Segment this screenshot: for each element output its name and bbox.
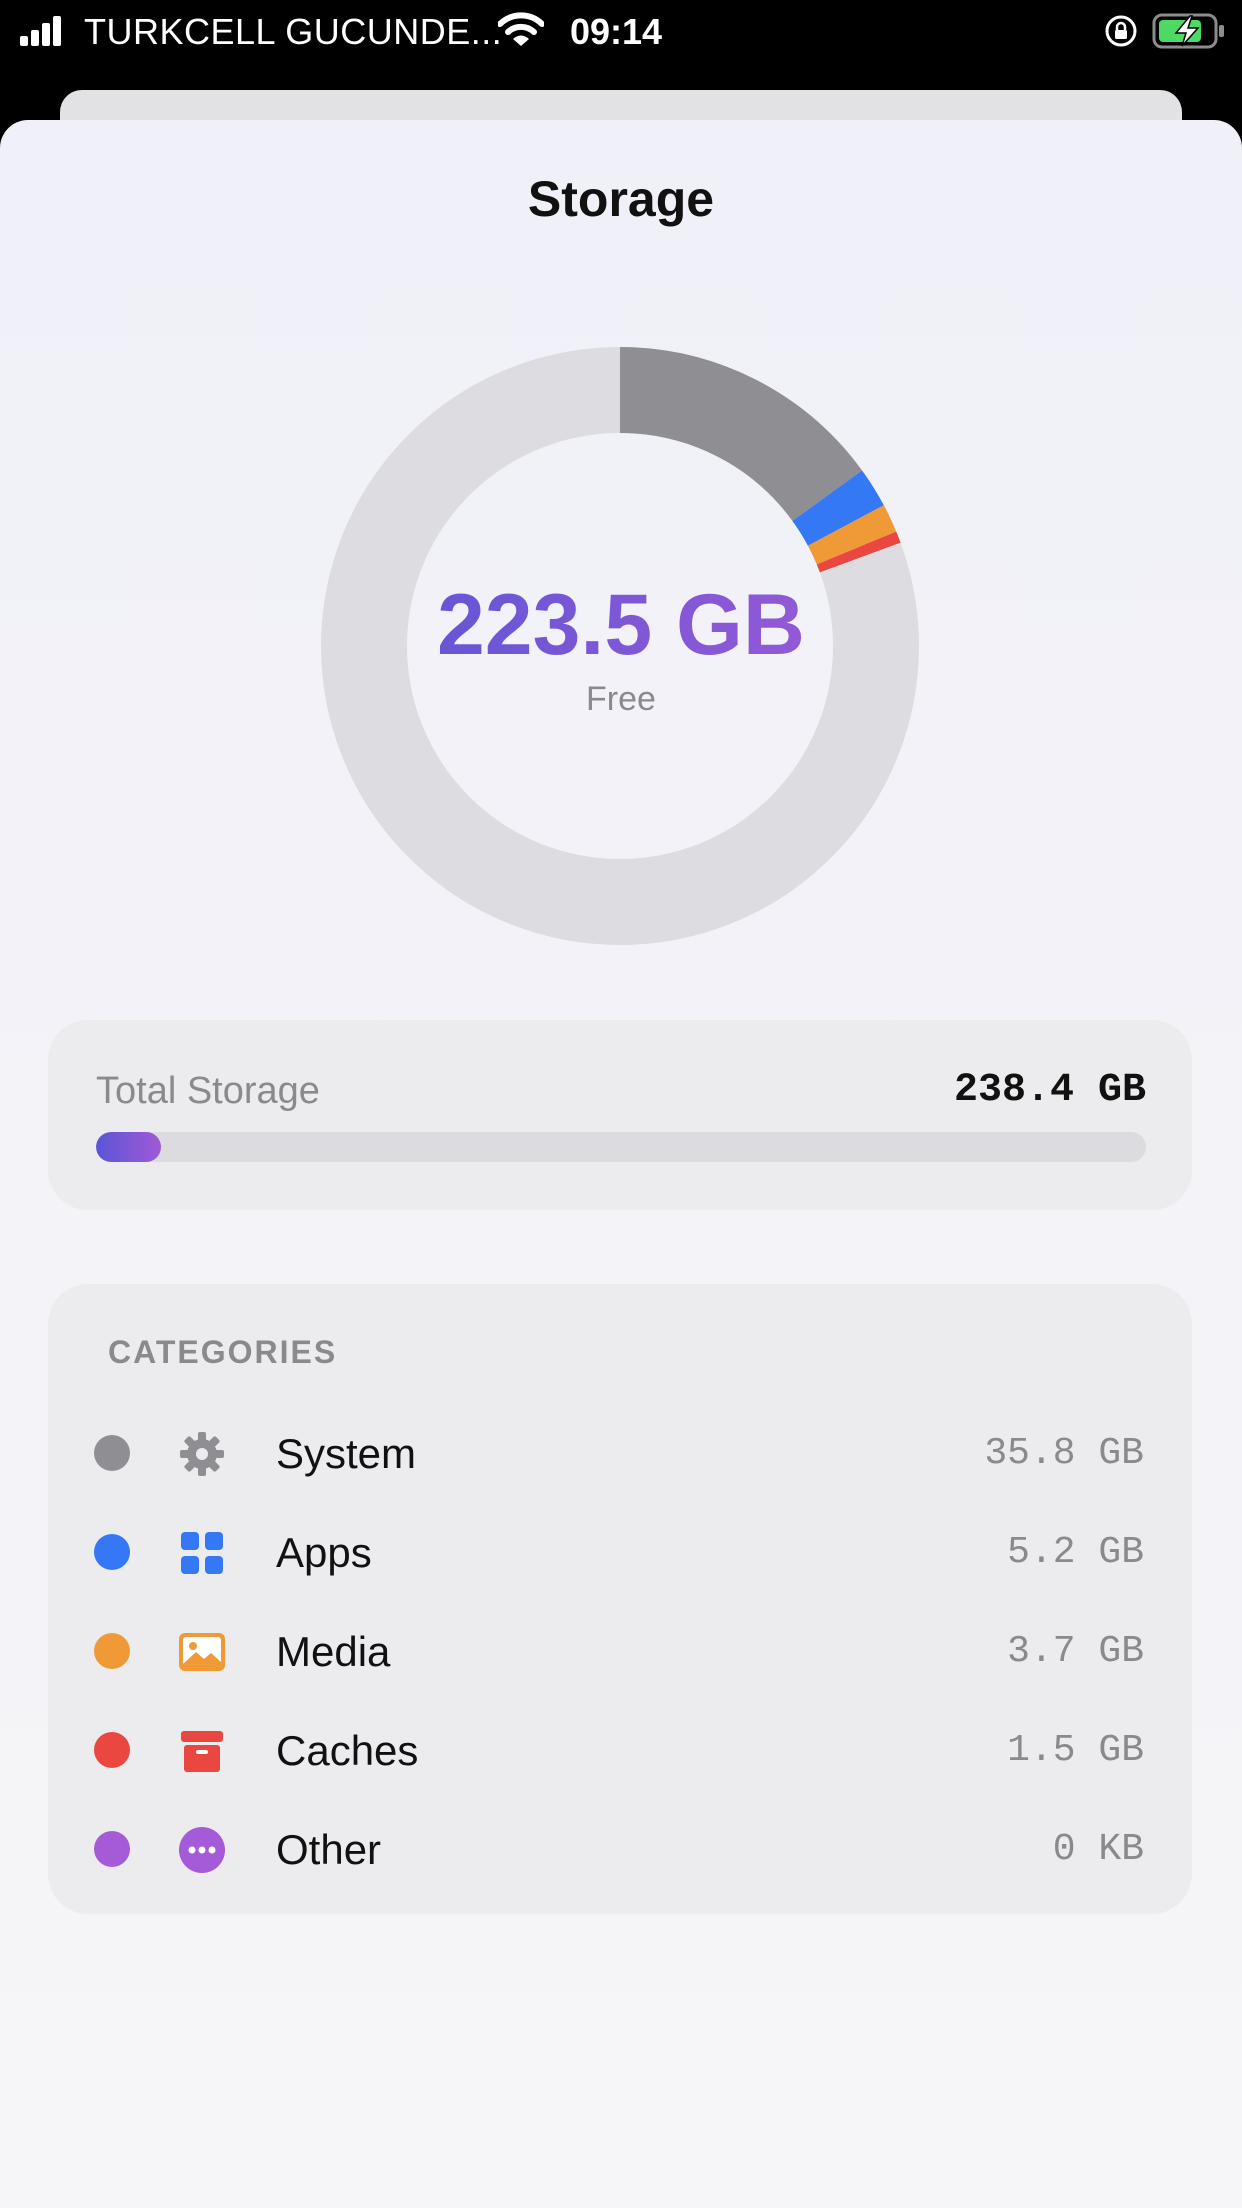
status-bar: TURKCELL GUCUNDE... 09:14 bbox=[0, 0, 1242, 80]
donut-segment-apps bbox=[792, 470, 884, 547]
category-name: Caches bbox=[276, 1727, 419, 1774]
donut-segments bbox=[619, 347, 901, 573]
archive-box-icon bbox=[181, 1731, 223, 1772]
categories-header: CATEGORIES bbox=[108, 1334, 338, 1370]
category-size: 1.5 GB bbox=[1007, 1729, 1144, 1772]
free-space-label: Free bbox=[586, 680, 656, 718]
category-row-caches[interactable]: Caches 1.5 GB bbox=[48, 1705, 1192, 1795]
category-size: 5.2 GB bbox=[1007, 1531, 1144, 1574]
ellipsis-circle-icon bbox=[179, 1827, 225, 1873]
battery-charging-icon bbox=[1152, 13, 1224, 49]
donut-segment-caches bbox=[816, 531, 901, 573]
category-row-other[interactable]: Other 0 KB bbox=[48, 1804, 1192, 1894]
category-row-media[interactable]: Media 3.7 GB bbox=[48, 1606, 1192, 1696]
signal-icon bbox=[20, 16, 61, 46]
carrier-name: TURKCELL GUCUNDE... bbox=[84, 11, 503, 52]
storage-progress-fill bbox=[96, 1132, 162, 1162]
category-size: 0 KB bbox=[1052, 1828, 1144, 1871]
category-name: Other bbox=[276, 1826, 382, 1873]
donut-segment-system bbox=[619, 347, 863, 522]
rotation-lock-icon bbox=[1105, 15, 1137, 47]
storage-progress-bar bbox=[96, 1132, 1146, 1162]
categories-card: CATEGORIES System 35.8 GB Apps 5.2 GB Me… bbox=[48, 1284, 1192, 1914]
gear-icon bbox=[180, 1432, 224, 1476]
category-row-system[interactable]: System 35.8 GB bbox=[48, 1408, 1192, 1498]
category-name: Media bbox=[276, 1628, 391, 1675]
wifi-icon bbox=[498, 12, 544, 46]
category-size: 3.7 GB bbox=[1007, 1630, 1144, 1673]
apps-grid-icon bbox=[181, 1532, 223, 1574]
category-name: System bbox=[276, 1430, 417, 1477]
free-space-value: 223.5 GB bbox=[321, 575, 921, 675]
total-storage-value: 238.4 GB bbox=[953, 1068, 1146, 1113]
category-color-dot bbox=[94, 1732, 130, 1768]
donut-segment-media bbox=[807, 505, 897, 565]
category-color-dot bbox=[94, 1831, 130, 1867]
category-size: 35.8 GB bbox=[984, 1432, 1144, 1475]
category-row-apps[interactable]: Apps 5.2 GB bbox=[48, 1507, 1192, 1597]
photo-icon bbox=[179, 1633, 225, 1671]
category-color-dot bbox=[94, 1435, 130, 1471]
status-time: 09:14 bbox=[570, 11, 663, 52]
category-name: Apps bbox=[276, 1529, 372, 1576]
category-color-dot bbox=[94, 1633, 130, 1669]
total-storage-label: Total Storage bbox=[96, 1070, 320, 1112]
category-color-dot bbox=[94, 1534, 130, 1570]
total-storage-card: Total Storage 238.4 GB bbox=[48, 1020, 1192, 1210]
page-title: Storage bbox=[527, 171, 715, 227]
